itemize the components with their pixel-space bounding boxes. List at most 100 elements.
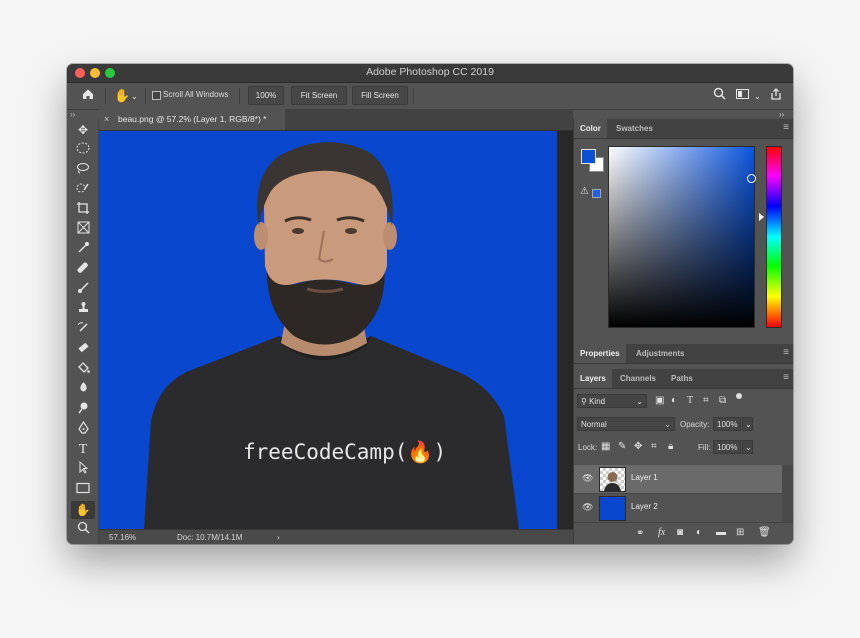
opacity-input[interactable]: 100% (713, 417, 741, 431)
document-tab-title: beau.png @ 57.2% (Layer 1, RGB/8*) * (118, 114, 267, 124)
adjustment-layer-filter-icon[interactable]: ◐ (671, 395, 677, 406)
chevron-down-icon: ⌄ (636, 397, 643, 406)
layer-style-fx-icon[interactable]: fx (658, 527, 665, 538)
opacity-label: Opacity: (680, 420, 710, 429)
hue-slider-handle[interactable] (759, 213, 764, 221)
layer-name[interactable]: Layer 1 (631, 473, 658, 482)
layers-panel-menu-icon[interactable]: ≡ (783, 372, 789, 383)
add-mask-icon[interactable]: ◙ (677, 527, 683, 538)
hue-slider[interactable] (766, 146, 782, 328)
pen-tool-icon[interactable] (71, 420, 95, 439)
adjustment-layer-icon[interactable]: ◐ (696, 527, 702, 538)
workspace-chevron-icon[interactable]: ⌄ (754, 88, 761, 106)
healing-brush-tool-icon[interactable] (71, 261, 95, 279)
toolbar-collapse-icon[interactable]: ›› (70, 110, 75, 119)
tab-color[interactable]: Color (574, 119, 607, 138)
tab-channels[interactable]: Channels (614, 369, 662, 388)
layer-name[interactable]: Layer 2 (631, 502, 658, 511)
color-panel-menu-icon[interactable]: ≡ (783, 122, 789, 133)
foreground-color-swatch[interactable] (581, 149, 596, 164)
clone-stamp-tool-icon[interactable] (71, 301, 95, 319)
workspace-icon[interactable] (736, 87, 750, 105)
chevron-down-icon[interactable]: ⌄ (131, 88, 138, 106)
lasso-tool-icon[interactable] (71, 161, 95, 179)
smart-object-filter-icon[interactable]: ⧉ (719, 395, 726, 406)
gamut-warning-icon[interactable]: ⚠ (580, 186, 589, 197)
zoom-level[interactable]: 57.16% (109, 530, 136, 544)
paint-bucket-tool-icon[interactable] (71, 361, 95, 379)
type-layer-filter-icon[interactable]: T (687, 395, 693, 406)
new-layer-icon[interactable]: ⊞ (736, 527, 744, 538)
filter-toggle-icon[interactable] (736, 393, 742, 399)
visibility-eye-icon[interactable]: 👁︎ (582, 473, 593, 484)
search-icon[interactable] (713, 87, 726, 105)
lock-all-icon[interactable]: 🔒︎ (668, 441, 673, 452)
options-bar: ✋ ⌄ Scroll All Windows 100% Fit Screen F… (67, 83, 793, 110)
layers-scrollbar[interactable] (782, 465, 793, 522)
tab-swatches[interactable]: Swatches (610, 119, 659, 138)
hand-tool-preset-icon[interactable]: ✋ (114, 87, 130, 105)
fill-label: Fill: (698, 443, 711, 452)
layers-footer: ⚭ fx ◙ ◐ ▬ ⊞ 🗑︎ (574, 522, 793, 544)
status-bar: 57.16% Doc: 10.7M/14.1M › (99, 529, 573, 544)
layer-filter-kind-select[interactable]: ⚲ Kind ⌄ (577, 394, 647, 408)
visibility-eye-icon[interactable]: 👁︎ (582, 502, 593, 513)
canvas-area[interactable]: freeCodeCamp(🔥) (99, 131, 573, 529)
hand-tool-icon[interactable]: ✋ (71, 501, 95, 519)
lock-position-icon[interactable]: ✥ (634, 441, 642, 452)
properties-panel-tabs: Properties Adjustments ≡ (574, 344, 793, 364)
lock-transparent-icon[interactable]: ▦ (601, 441, 610, 452)
history-brush-tool-icon[interactable] (71, 321, 95, 339)
fit-screen-button[interactable]: Fit Screen (291, 86, 347, 105)
delete-layer-icon[interactable]: 🗑︎ (758, 527, 771, 538)
fill-chevron-icon[interactable]: ⌄ (742, 440, 753, 454)
layer-row[interactable]: 👁︎ Layer 2 (574, 494, 782, 523)
layer-row[interactable]: 👁︎ Layer 1 (574, 465, 782, 494)
rectangle-tool-icon[interactable] (71, 481, 95, 499)
eraser-tool-icon[interactable] (71, 341, 95, 359)
new-group-icon[interactable]: ▬ (716, 527, 726, 538)
properties-panel-menu-icon[interactable]: ≡ (783, 347, 789, 358)
blend-mode-select[interactable]: Normal ⌄ (577, 417, 675, 431)
layer-thumbnail (599, 467, 626, 492)
type-tool-icon[interactable]: T (71, 441, 95, 459)
move-tool-icon[interactable]: ✥ (71, 121, 95, 139)
fill-input[interactable]: 100% (713, 440, 741, 454)
zoom-tool-icon[interactable] (71, 521, 95, 539)
opacity-chevron-icon[interactable]: ⌄ (742, 417, 753, 431)
pixel-layer-filter-icon[interactable]: ▣ (655, 395, 664, 406)
panels-collapse-icon[interactable]: ›› (779, 110, 784, 119)
zoom-100-button[interactable]: 100% (248, 86, 284, 105)
document-tab[interactable]: × beau.png @ 57.2% (Layer 1, RGB/8*) * (99, 109, 285, 130)
scroll-all-windows-label: Scroll All Windows (163, 90, 229, 99)
color-picker-cursor[interactable] (747, 174, 756, 183)
frame-tool-icon[interactable] (71, 221, 95, 239)
window-title: Adobe Photoshop CC 2019 (366, 66, 494, 78)
document-canvas[interactable]: freeCodeCamp(🔥) (99, 131, 557, 529)
tab-layers[interactable]: Layers (574, 369, 612, 388)
color-picker-field[interactable] (608, 146, 756, 328)
path-selection-tool-icon[interactable] (71, 460, 95, 479)
eyedropper-tool-icon[interactable] (71, 241, 95, 259)
lock-artboard-icon[interactable]: ⌗ (651, 441, 657, 452)
lock-image-icon[interactable]: ✎ (618, 441, 626, 452)
panels-dock: Color Swatches ≡ ⚠ Properties Adjustment… (573, 119, 793, 544)
tab-adjustments[interactable]: Adjustments (630, 344, 690, 363)
shape-layer-filter-icon[interactable]: ⌗ (703, 395, 709, 406)
elliptical-marquee-tool-icon[interactable] (71, 141, 95, 159)
crop-tool-icon[interactable] (71, 201, 95, 219)
brush-tool-icon[interactable] (71, 281, 95, 299)
dodge-tool-icon[interactable] (71, 401, 95, 419)
blur-tool-icon[interactable] (71, 381, 95, 399)
share-icon[interactable] (769, 87, 783, 106)
home-icon[interactable] (81, 87, 95, 106)
quick-selection-tool-icon[interactable] (71, 181, 95, 199)
tab-paths[interactable]: Paths (665, 369, 699, 388)
fill-screen-button[interactable]: Fill Screen (352, 86, 408, 105)
status-menu-arrow[interactable]: › (277, 530, 280, 544)
websafe-color-icon[interactable] (592, 189, 601, 198)
close-document-icon[interactable]: × (104, 109, 109, 130)
scroll-all-windows-checkbox[interactable] (152, 91, 161, 100)
tab-properties[interactable]: Properties (574, 344, 626, 363)
link-layers-icon[interactable]: ⚭ (636, 528, 644, 539)
